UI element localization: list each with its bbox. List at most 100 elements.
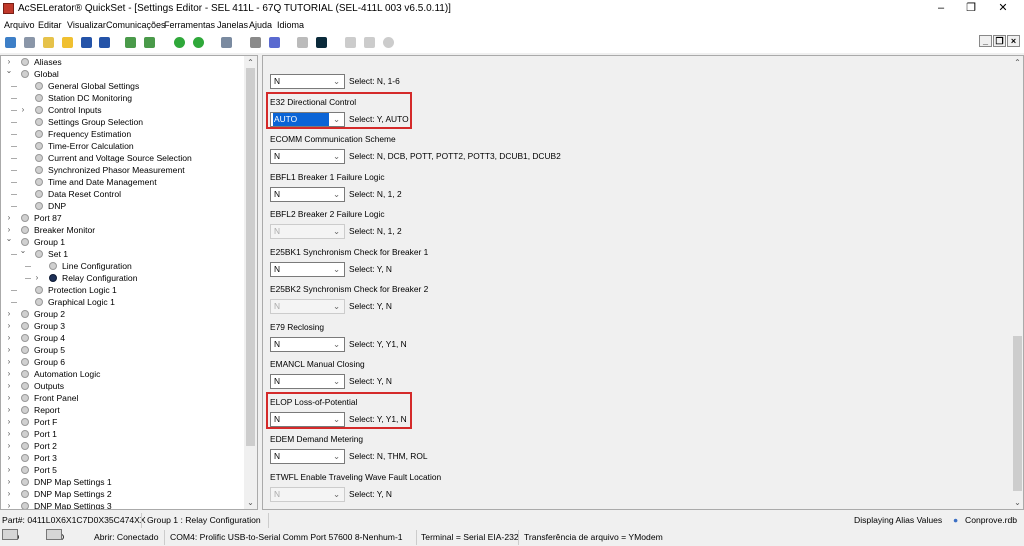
expand-chevron-icon[interactable]: › — [33, 272, 41, 284]
tree-node[interactable]: Line Configuration — [1, 260, 243, 272]
tree-node[interactable]: Current and Voltage Source Selection — [1, 152, 243, 164]
meter-icon[interactable] — [297, 37, 308, 48]
expand-chevron-icon[interactable]: › — [5, 212, 13, 224]
transfer-icon[interactable] — [269, 37, 280, 48]
editor-scrollbar[interactable]: ⌃ ⌄ — [1011, 56, 1023, 509]
menu-idioma[interactable]: Idioma — [277, 20, 304, 30]
setting-dropdown[interactable]: N ⌄ — [270, 374, 345, 389]
expand-chevron-icon[interactable]: › — [5, 428, 13, 440]
scroll-up-icon[interactable]: ⌃ — [244, 58, 257, 67]
terminal-icon[interactable] — [316, 37, 327, 48]
new-icon[interactable] — [43, 37, 54, 48]
menu-janelas[interactable]: Janelas — [217, 20, 248, 30]
editor-scroll-thumb[interactable] — [1013, 336, 1022, 491]
tree-node[interactable]: › Group 6 — [1, 356, 243, 368]
help-icon[interactable] — [383, 37, 394, 48]
tree-node[interactable]: Graphical Logic 1 — [1, 296, 243, 308]
tree-node[interactable]: › Relay Configuration — [1, 272, 243, 284]
expand-chevron-icon[interactable]: › — [5, 356, 13, 368]
tree-node[interactable]: › Group 4 — [1, 332, 243, 344]
tree-node[interactable]: › Report — [1, 404, 243, 416]
menu-visualizar[interactable]: Visualizar — [67, 20, 106, 30]
tree-node[interactable]: › Front Panel — [1, 392, 243, 404]
expand-chevron-icon[interactable]: › — [5, 464, 13, 476]
expand-chevron-icon[interactable]: › — [5, 344, 13, 356]
setting-dropdown[interactable]: N ⌄ — [270, 411, 345, 427]
tree-node[interactable]: Settings Group Selection — [1, 116, 243, 128]
setting-dropdown[interactable]: N ⌄ — [270, 149, 345, 164]
tree-node[interactable]: › Port 5 — [1, 464, 243, 476]
tree-node[interactable]: › Aliases — [1, 56, 243, 68]
tree-node[interactable]: General Global Settings — [1, 80, 243, 92]
tree-node[interactable]: › Outputs — [1, 380, 243, 392]
close-button[interactable]: ✕ — [988, 1, 1018, 16]
tree-node[interactable]: › Port 87 — [1, 212, 243, 224]
save-all-icon[interactable] — [99, 37, 110, 48]
setting-dropdown[interactable]: N ⌄ — [270, 186, 345, 202]
read-icon[interactable] — [174, 37, 185, 48]
expand-chevron-icon[interactable]: › — [5, 500, 13, 509]
tree-node[interactable]: › Breaker Monitor — [1, 224, 243, 236]
tree-node[interactable]: › Group 2 — [1, 308, 243, 320]
expand-chevron-icon[interactable]: › — [5, 488, 13, 500]
tree-node[interactable]: › DNP Map Settings 2 — [1, 488, 243, 500]
tree-node[interactable]: › Control Inputs — [1, 104, 243, 116]
report-icon[interactable] — [345, 37, 356, 48]
expand-chevron-icon[interactable]: › — [5, 416, 13, 428]
menu-ajuda[interactable]: Ajuda — [249, 20, 272, 30]
tree-node[interactable]: › Port 3 — [1, 452, 243, 464]
setting-dropdown[interactable]: AUTO ⌄ — [270, 111, 345, 127]
scroll-up-icon[interactable]: ⌃ — [1011, 58, 1023, 67]
expand-chevron-icon[interactable]: › — [5, 320, 13, 332]
tree-node[interactable]: Protection Logic 1 — [1, 284, 243, 296]
export-icon[interactable] — [144, 37, 155, 48]
save-icon[interactable] — [81, 37, 92, 48]
tree-node[interactable]: › Port F — [1, 416, 243, 428]
scroll-down-icon[interactable]: ⌄ — [1011, 498, 1023, 507]
tree-node[interactable]: › Port 2 — [1, 440, 243, 452]
expand-chevron-icon[interactable]: › — [5, 368, 13, 380]
menu-arquivo[interactable]: Arquivo — [4, 20, 35, 30]
expand-chevron-icon[interactable]: › — [5, 392, 13, 404]
mdi-restore-button[interactable]: ❐ — [993, 35, 1006, 47]
tree-node[interactable]: ⌄ Group 1 — [1, 233, 243, 248]
import-icon[interactable] — [125, 37, 136, 48]
tree-node[interactable]: Time and Date Management — [1, 176, 243, 188]
tree-node[interactable]: ⌄ Set 1 — [1, 245, 243, 260]
expand-chevron-icon[interactable]: › — [5, 440, 13, 452]
expand-chevron-icon[interactable]: › — [5, 404, 13, 416]
expand-chevron-icon[interactable]: › — [5, 476, 13, 488]
menu-editar[interactable]: Editar — [38, 20, 62, 30]
menu-ferramentas[interactable]: Ferramentas — [164, 20, 215, 30]
open-folder-icon[interactable] — [62, 37, 73, 48]
device-icon[interactable] — [250, 37, 261, 48]
scroll-down-icon[interactable]: ⌄ — [244, 498, 257, 507]
mdi-close-button[interactable]: × — [1007, 35, 1020, 47]
tree-scrollbar[interactable]: ⌃ ⌄ — [244, 56, 257, 509]
tree-node[interactable]: Data Reset Control — [1, 188, 243, 200]
tree-node[interactable]: DNP — [1, 200, 243, 212]
tree-scroll-thumb[interactable] — [246, 68, 255, 446]
setting-dropdown[interactable]: N ⌄ — [270, 449, 345, 464]
tree-node[interactable]: › Automation Logic — [1, 368, 243, 380]
send-icon[interactable] — [193, 37, 204, 48]
menu-comunicações[interactable]: Comunicações — [106, 20, 166, 30]
tree-node[interactable]: Frequency Estimation — [1, 128, 243, 140]
expand-chevron-icon[interactable]: › — [5, 332, 13, 344]
tree-node[interactable]: Synchronized Phasor Measurement — [1, 164, 243, 176]
mdi-minimize-button[interactable]: _ — [979, 35, 992, 47]
expand-chevron-icon[interactable]: › — [5, 308, 13, 320]
settings-icon[interactable] — [24, 37, 35, 48]
terminal-settings-icon[interactable] — [221, 37, 232, 48]
setting-dropdown[interactable]: N ⌄ — [270, 261, 345, 277]
tree-node[interactable]: › DNP Map Settings 3 — [1, 500, 243, 509]
tree-node[interactable]: Time-Error Calculation — [1, 140, 243, 152]
expand-chevron-icon[interactable]: › — [5, 380, 13, 392]
tree-node[interactable]: › DNP Map Settings 1 — [1, 476, 243, 488]
minimize-button[interactable]: – — [926, 1, 956, 16]
collapse-chevron-icon[interactable]: ⌄ — [5, 233, 13, 245]
setting-dropdown[interactable]: N ⌄ — [270, 74, 345, 89]
collapse-chevron-icon[interactable]: ⌄ — [19, 245, 27, 257]
expand-chevron-icon[interactable]: › — [19, 104, 27, 116]
tree-node[interactable]: ⌄ Global — [1, 66, 243, 80]
